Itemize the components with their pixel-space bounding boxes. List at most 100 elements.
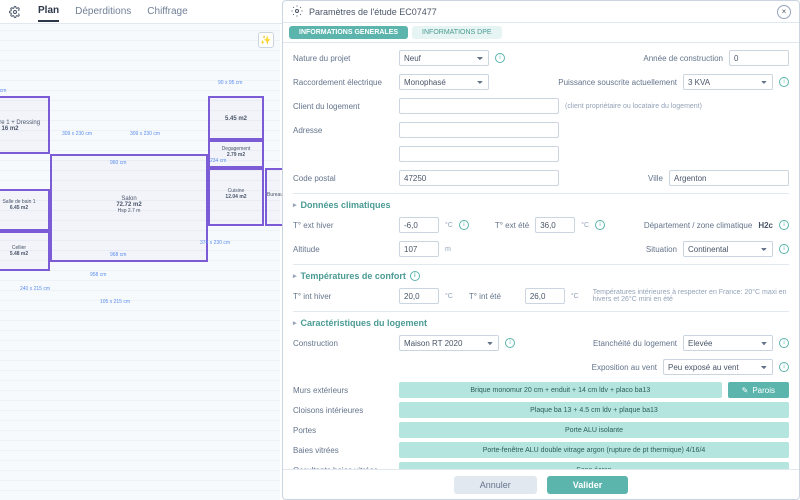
info-icon[interactable]: i — [779, 338, 789, 348]
pencil-icon: ✎ — [742, 386, 749, 395]
tab-infos-dpe[interactable]: INFORMATIONS DPE — [412, 26, 501, 39]
elec-label: Raccordement électrique — [293, 78, 393, 87]
text-hiver-input[interactable] — [399, 217, 439, 233]
expo-select[interactable]: Peu exposé au vent — [663, 359, 773, 375]
power-select[interactable]: 3 KVA — [683, 74, 773, 90]
magic-wand-icon[interactable]: ✨ — [258, 32, 274, 48]
close-button[interactable]: × — [777, 5, 791, 19]
dim-label: 309 x 230 cm — [130, 131, 160, 137]
dim-label: 958 cm — [90, 272, 106, 278]
tint-ete-input[interactable] — [525, 288, 565, 304]
postal-label: Code postal — [293, 174, 393, 183]
panel-body[interactable]: Nature du projet Neuf i Année de constru… — [283, 43, 799, 469]
nature-select[interactable]: Neuf — [399, 50, 489, 66]
gear-icon — [291, 5, 303, 19]
situation-label: Situation — [646, 245, 677, 254]
year-input[interactable] — [729, 50, 789, 66]
chevron-right-icon[interactable]: ▸ — [293, 272, 297, 280]
elec-select[interactable]: Monophasé — [399, 74, 489, 90]
chevron-right-icon[interactable]: ▸ — [293, 201, 297, 209]
room-cellier[interactable]: Cellier5.48 m2 — [0, 231, 50, 271]
panel-tabs: INFORMATIONS GENERALES INFORMATIONS DPE — [283, 23, 799, 43]
tint-ete-label: T° int été — [469, 292, 519, 301]
text-ete-label: T° ext été — [495, 221, 529, 230]
expo-label: Exposition au vent — [592, 363, 657, 372]
info-icon[interactable]: i — [459, 220, 469, 230]
validate-button[interactable]: Valider — [547, 476, 629, 494]
section-logement: ▸ Caractéristiques du logement Constructi… — [293, 311, 789, 469]
floorplan-canvas[interactable]: ✨ Salon72.72 m2Hsp 2.7 m Chambre 1 + Dre… — [0, 24, 280, 500]
constr-select[interactable]: Maison RT 2020 — [399, 335, 499, 351]
info-icon[interactable]: i — [505, 338, 515, 348]
mat-value-button[interactable]: Brique monomur 20 cm + enduit + 14 cm ld… — [399, 382, 722, 398]
settings-panel: Paramètres de l'étude EC07477 × INFORMAT… — [282, 0, 800, 500]
dim-label: 960 cm — [110, 160, 126, 166]
tab-chiffrage[interactable]: Chiffrage — [147, 2, 187, 21]
info-icon[interactable]: i — [495, 53, 505, 63]
addr-input-2[interactable] — [399, 146, 559, 162]
tab-deperditions[interactable]: Déperditions — [75, 2, 131, 21]
mat-label: Murs extérieurs — [293, 386, 393, 395]
year-label: Année de construction — [643, 54, 723, 63]
city-label: Ville — [648, 174, 663, 183]
cancel-button[interactable]: Annuler — [454, 476, 537, 494]
room-chambre[interactable]: Chambre 1 + Dressing16 m2 — [0, 96, 50, 154]
client-input[interactable] — [399, 98, 559, 114]
dept-value: H2c — [758, 221, 773, 230]
mat-value-button[interactable]: Sans écran — [399, 462, 789, 469]
dim-label: 240 x 215 cm — [20, 286, 50, 292]
addr-input-1[interactable] — [399, 122, 559, 138]
panel-header: Paramètres de l'étude EC07477 × — [283, 1, 799, 23]
dim-label: 309 x 230 cm — [62, 131, 92, 137]
section-confort: ▸Températures de confort i T° int hiver … — [293, 264, 789, 305]
city-input[interactable] — [669, 170, 789, 186]
tab-infos-generales[interactable]: INFORMATIONS GENERALES — [289, 26, 408, 39]
dim-label: 374 x 230 cm — [200, 240, 230, 246]
confort-note: Températures intérieures à respecter en … — [593, 289, 789, 303]
room-cuisine[interactable]: Cuisine12.04 m2 — [208, 168, 264, 226]
panel-title: Paramètres de l'étude EC07477 — [309, 7, 771, 17]
client-hint: (client propriétaire ou locataire du log… — [565, 103, 702, 110]
situation-select[interactable]: Continental — [683, 241, 773, 257]
info-icon[interactable]: i — [779, 362, 789, 372]
tab-plan[interactable]: Plan — [38, 1, 59, 22]
alt-input[interactable] — [399, 241, 439, 257]
dim-label: 90 x 95 cm — [218, 80, 242, 86]
panel-footer: Annuler Valider — [283, 469, 799, 499]
nature-label: Nature du projet — [293, 54, 393, 63]
dim-label: 968 cm — [110, 252, 126, 258]
parois-button[interactable]: ✎Parois — [728, 382, 789, 398]
tint-hiver-label: T° int hiver — [293, 292, 393, 301]
chevron-right-icon[interactable]: ▸ — [293, 319, 297, 327]
etanch-select[interactable]: Elevée — [683, 335, 773, 351]
room-salon[interactable]: Salon72.72 m2Hsp 2.7 m — [50, 154, 208, 262]
info-icon[interactable]: i — [410, 271, 420, 281]
info-icon[interactable]: i — [779, 77, 789, 87]
dim-label: 234 cm — [210, 158, 226, 164]
client-label: Client du logement — [293, 102, 393, 111]
constr-label: Construction — [293, 339, 393, 348]
mat-label: Baies vitrées — [293, 446, 393, 455]
section-title: Caractéristiques du logement — [301, 318, 428, 328]
etanch-label: Etanchéité du logement — [593, 339, 677, 348]
mat-label: Cloisons intérieures — [293, 406, 393, 415]
postal-input[interactable] — [399, 170, 559, 186]
addr-label: Adresse — [293, 126, 393, 135]
mat-value-button[interactable]: Plaque ba 13 + 4.5 cm ldv + plaque ba13 — [399, 402, 789, 418]
power-label: Puissance souscrite actuellement — [558, 78, 677, 87]
section-title: Températures de confort — [301, 271, 406, 281]
tint-hiver-input[interactable] — [399, 288, 439, 304]
section-title: Données climatiques — [301, 200, 391, 210]
text-hiver-label: T° ext hiver — [293, 221, 393, 230]
section-climat: ▸Données climatiques T° ext hiver °Ci T°… — [293, 193, 789, 258]
info-icon[interactable]: i — [779, 244, 789, 254]
app-logo-icon — [8, 5, 22, 19]
room-bain2[interactable]: 5.45 m2 — [208, 96, 264, 140]
mat-label: Portes — [293, 426, 393, 435]
mat-value-button[interactable]: Porte-fenêtre ALU double vitrage argon (… — [399, 442, 789, 458]
info-icon[interactable]: i — [779, 220, 789, 230]
info-icon[interactable]: i — [595, 220, 605, 230]
text-ete-input[interactable] — [535, 217, 575, 233]
mat-value-button[interactable]: Porte ALU isolante — [399, 422, 789, 438]
room-bain1[interactable]: Salle de bain 16.45 m2 — [0, 189, 50, 231]
